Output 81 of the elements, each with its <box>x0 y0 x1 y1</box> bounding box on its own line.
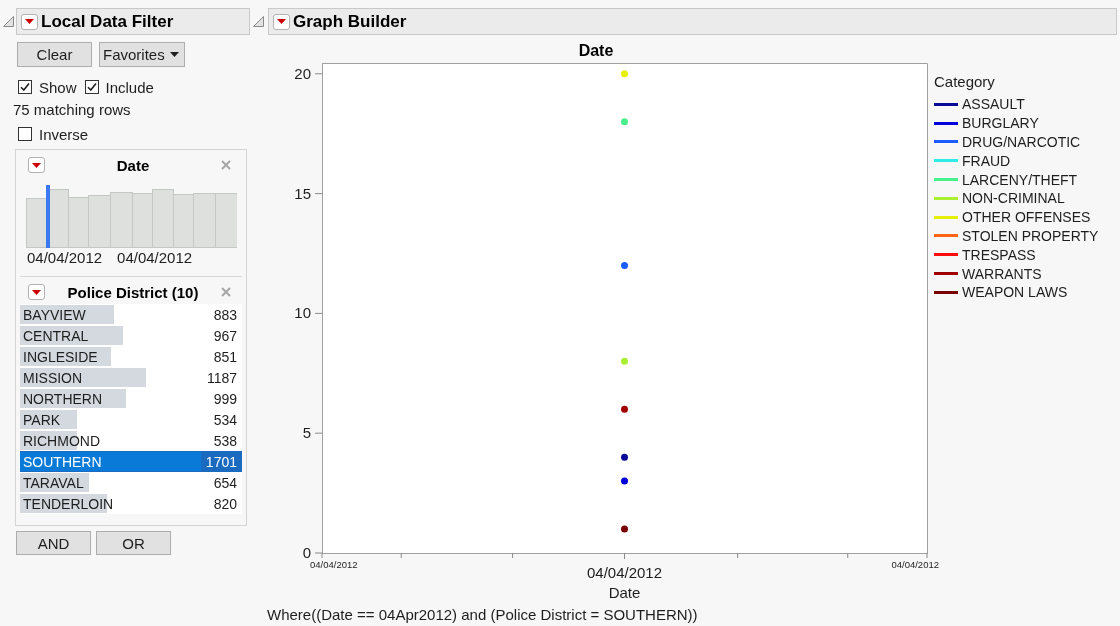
district-name: NORTHERN <box>22 390 103 407</box>
checkbox-label: Show <box>39 78 77 96</box>
district-count: 534 <box>213 411 238 428</box>
triangle-icon[interactable] <box>3 16 14 27</box>
y-tick-label: 15 <box>294 184 311 202</box>
caret-down-icon <box>277 19 286 24</box>
district-name: BAYVIEW <box>22 306 86 323</box>
legend-label: NON-CRIMINAL <box>962 190 1065 207</box>
checkbox[interactable] <box>84 80 99 94</box>
chart-title: Date <box>578 42 614 59</box>
legend-label: LARCENY/THEFT <box>962 171 1078 188</box>
legend-label: STOLEN PROPERTY <box>962 227 1099 244</box>
legend-label: WARRANTS <box>962 265 1042 282</box>
district-name: TARAVAL <box>22 474 84 491</box>
axis-end-label: 04/04/2012 <box>310 559 358 570</box>
y-tick-label: 20 <box>294 64 311 82</box>
and-button[interactable]: AND <box>16 531 91 555</box>
filter-title: Police District (10) <box>66 283 200 301</box>
district-row[interactable]: MISSION 1187 <box>20 367 242 388</box>
district-name: INGLESIDE <box>22 348 98 365</box>
district-row[interactable]: TARAVAL 654 <box>20 472 242 493</box>
district-count: 654 <box>213 474 238 491</box>
district-count: 1701 <box>205 453 238 470</box>
favorites-dropdown[interactable]: Favorites <box>99 42 185 67</box>
matching-rows-text: 75 matching rows <box>13 101 131 119</box>
district-name: CENTRAL <box>22 327 89 344</box>
x-tick-label: 04/04/2012 <box>586 564 663 581</box>
district-row[interactable]: SOUTHERN 1701 <box>20 451 242 472</box>
district-row[interactable]: NORTHERN 999 <box>20 388 242 409</box>
caret-down-icon <box>32 162 41 168</box>
district-row[interactable]: PARK 534 <box>20 409 242 430</box>
district-name: PARK <box>22 411 61 428</box>
date-range-label: 04/04/2012 <box>27 249 103 267</box>
district-name: MISSION <box>22 369 83 386</box>
district-row[interactable]: CENTRAL 967 <box>20 325 242 346</box>
legend-label: WEAPON LAWS <box>962 284 1068 301</box>
district-name: SOUTHERN <box>22 453 102 470</box>
filter-expression: Where((Date == 04Apr2012) and (Police District = SOUTHERN)) <box>267 606 699 624</box>
or-button[interactable]: OR <box>96 531 171 555</box>
caret-down-icon <box>32 289 41 295</box>
district-count: 967 <box>213 327 238 344</box>
filter-title: Date <box>115 156 151 174</box>
panel-title: Local Data Filter <box>41 11 174 32</box>
caret-down-icon <box>25 19 34 24</box>
legend-title: Category <box>934 73 996 91</box>
legend-label: ASSAULT <box>962 96 1025 113</box>
district-row[interactable]: RICHMOND 538 <box>20 430 242 451</box>
x-axis-title: Date <box>608 584 641 601</box>
legend-label: OTHER OFFENSES <box>962 209 1091 226</box>
axis-end-label: 04/04/2012 <box>891 559 939 570</box>
district-row[interactable]: TENDERLOIN 820 <box>20 493 242 514</box>
clear-button[interactable]: Clear <box>17 42 92 67</box>
y-tick-label: 5 <box>302 424 311 442</box>
legend-label: FRAUD <box>962 152 1011 169</box>
checkbox-label: Include <box>105 78 154 96</box>
date-range-label: 04/04/2012 <box>117 249 193 267</box>
district-name: RICHMOND <box>22 432 100 449</box>
menu-button[interactable] <box>28 284 45 300</box>
district-row[interactable]: BAYVIEW 883 <box>20 304 242 325</box>
district-count: 820 <box>213 495 238 512</box>
panel-title: Graph Builder <box>293 11 407 32</box>
district-count: 538 <box>213 432 238 449</box>
y-tick-label: 0 <box>302 544 311 561</box>
district-count: 999 <box>213 390 238 407</box>
caret-down-icon <box>169 52 179 57</box>
legend-label: TRESPASS <box>962 246 1036 263</box>
district-count: 851 <box>213 348 238 365</box>
triangle-icon[interactable] <box>253 16 264 27</box>
checkbox[interactable] <box>18 127 32 141</box>
legend-label: DRUG/NARCOTIC <box>962 134 1081 150</box>
district-row[interactable]: INGLESIDE 851 <box>20 346 242 367</box>
checkbox-label: Inverse <box>39 125 89 143</box>
legend-label: BURGLARY <box>962 115 1039 132</box>
district-name: TENDERLOIN <box>22 495 114 512</box>
checkbox[interactable] <box>18 80 32 94</box>
menu-button[interactable] <box>21 13 38 30</box>
district-count: 883 <box>213 306 238 323</box>
menu-button[interactable] <box>273 13 290 30</box>
menu-button[interactable] <box>28 157 45 173</box>
y-tick-label: 10 <box>294 304 311 322</box>
district-count: 1187 <box>206 369 238 386</box>
